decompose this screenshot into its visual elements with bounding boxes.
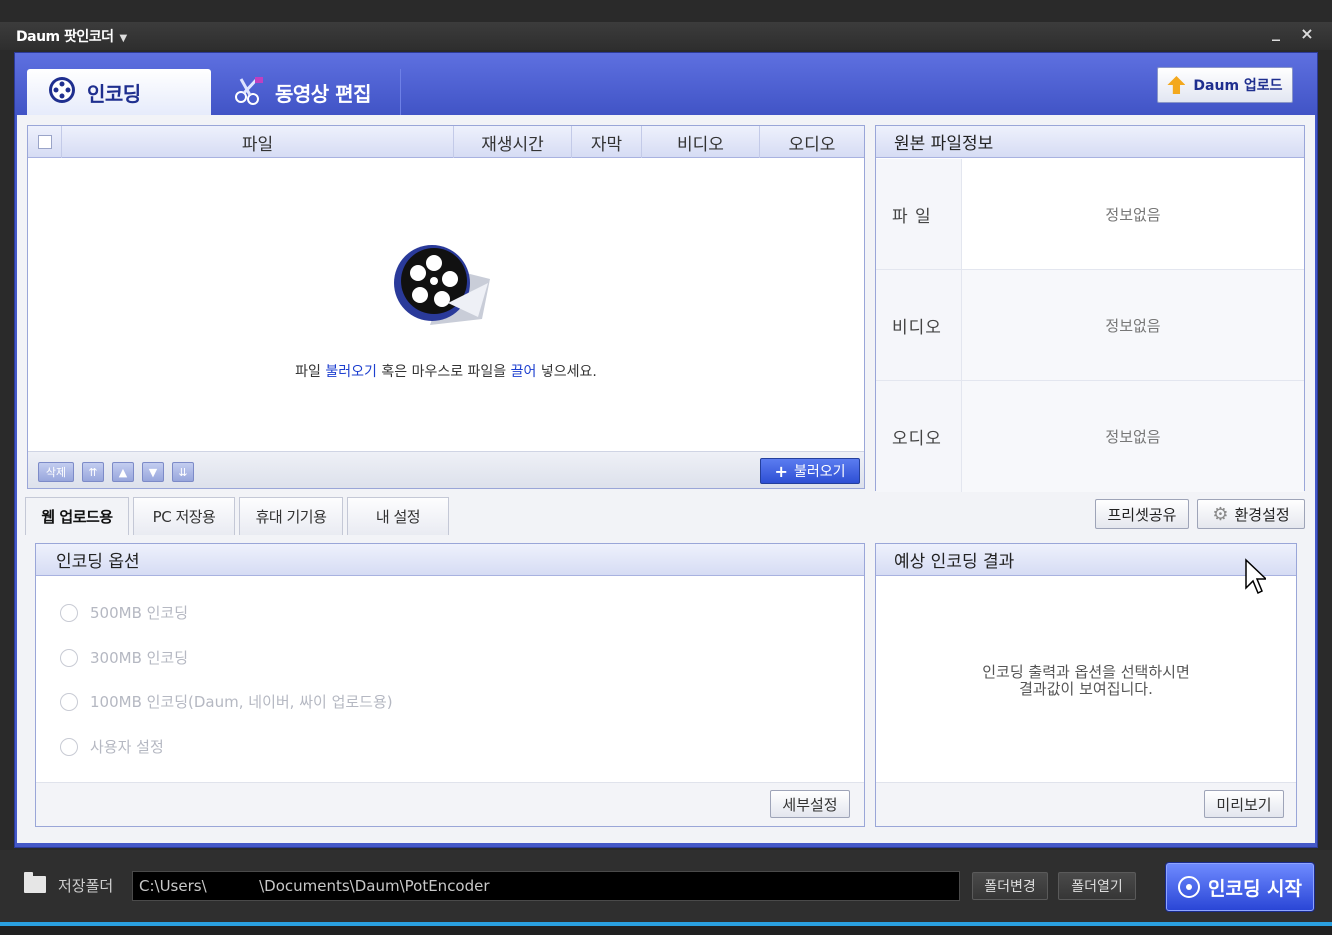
bottom-edge [0,926,1332,935]
column-file[interactable]: 파일 [62,126,454,158]
app-title-menu[interactable]: Daum 팟인코더 ▼ [16,26,127,46]
open-folder-button[interactable]: 폴더열기 [1058,872,1136,900]
change-folder-button[interactable]: 폴더변경 [972,872,1048,900]
move-down-button[interactable]: ▼ [142,462,164,482]
file-list-footer: 삭제 ⇈ ▲ ▼ ⇊ + 불러오기 [28,451,864,488]
column-audio[interactable]: 오디오 [760,126,864,158]
result-message-line: 결과값이 보여집니다. [1019,680,1153,698]
drag-link[interactable]: 끌어 [511,364,537,380]
option-300mb[interactable]: 300MB 인코딩 [60,647,188,668]
main-frame: 인코딩 동영상 편집 Daum 업로드 파일 재생시간 자막 비디오 오디오 파… [14,52,1318,848]
result-message: 인코딩 출력과 옵션을 선택하시면 결과값이 보여집니다. [876,664,1296,698]
load-link[interactable]: 불러오기 [325,364,377,380]
chevron-down-icon: ▼ [119,33,128,44]
radio-button[interactable] [60,692,78,711]
options-footer: 세부설정 [36,782,864,826]
select-all-checkbox[interactable] [37,135,52,149]
info-label: 비디오 [876,270,962,380]
mouse-cursor-icon [1245,558,1266,595]
info-label: 오디오 [876,381,962,492]
load-button-label: 불러오기 [793,464,846,480]
tab-encoding-label: 인코딩 [87,81,141,106]
gear-icon: ⚙ [1212,503,1229,525]
start-encoding-label: 인코딩 시작 [1207,877,1302,900]
info-value: 정보없음 [1105,205,1161,224]
source-info-panel: 원본 파일정보 파 일 정보없음 비디오 정보없음 오디오 정보없음 [875,125,1305,492]
column-video[interactable]: 비디오 [642,126,760,158]
option-500mb[interactable]: 500MB 인코딩 [60,602,188,623]
file-list-header: 파일 재생시간 자막 비디오 오디오 [28,126,864,158]
move-bottom-button[interactable]: ⇊ [172,462,194,482]
option-custom[interactable]: 사용자 설정 [60,736,164,757]
option-label: 100MB 인코딩(Daum, 네이버, 싸이 업로드용) [90,693,393,711]
expected-result-title: 예상 인코딩 결과 [876,544,1296,576]
move-up-button[interactable]: ▲ [112,462,134,482]
save-path-field[interactable]: C:\Users\ \Documents\Daum\PotEncoder [132,871,960,901]
tab-web-upload[interactable]: 웹 업로드용 [25,497,129,535]
tab-pc-save[interactable]: PC 저장용 [133,497,235,535]
encoding-options-panel: 인코딩 옵션 500MB 인코딩 300MB 인코딩 100MB 인코딩(Dau… [35,543,865,827]
film-reel-icon [47,75,77,110]
tab-video-edit-label: 동영상 편집 [275,81,371,106]
detail-settings-button[interactable]: 세부설정 [770,790,850,818]
info-label: 파 일 [876,159,962,269]
bottom-bar: 저장폴더 C:\Users\ \Documents\Daum\PotEncode… [0,850,1332,922]
save-folder-label: 저장폴더 [58,877,114,895]
column-subtitle[interactable]: 자막 [572,126,642,158]
tab-mobile[interactable]: 휴대 기기용 [239,497,343,535]
daum-upload-button[interactable]: Daum 업로드 [1157,67,1293,103]
option-label: 사용자 설정 [90,738,164,756]
move-top-button[interactable]: ⇈ [82,462,104,482]
delete-button[interactable]: 삭제 [38,462,74,482]
minimize-button[interactable]: _ [1266,22,1286,41]
expected-result-panel: 예상 인코딩 결과 인코딩 출력과 옵션을 선택하시면 결과값이 보여집니다. … [875,543,1297,827]
radio-button[interactable] [60,737,78,756]
close-button[interactable]: × [1297,24,1317,43]
up-arrow-icon [1167,76,1186,94]
settings-button[interactable]: ⚙ 환경설정 [1197,499,1305,529]
tab-video-edit[interactable]: 동영상 편집 [213,69,401,115]
result-footer: 미리보기 [876,782,1296,826]
plus-icon: + [774,461,788,481]
settings-label: 환경설정 [1234,505,1290,524]
select-all-cell [28,126,62,158]
info-row-video: 비디오 정보없음 [876,270,1304,381]
daum-upload-label: Daum 업로드 [1193,78,1283,94]
result-message-line: 인코딩 출력과 옵션을 선택하시면 [982,663,1190,681]
top-strip [0,0,1332,22]
option-label: 500MB 인코딩 [90,604,189,622]
source-info-title: 원본 파일정보 [876,126,1304,158]
hint-text: 혹은 마우스로 파일을 [376,364,511,380]
film-reel-icon [1177,876,1200,898]
option-label: 300MB 인코딩 [90,649,189,667]
scissors-icon [233,75,265,110]
info-row-file: 파 일 정보없음 [876,159,1304,270]
title-bar: Daum 팟인코더 ▼ _ × [0,22,1332,50]
file-drop-area[interactable]: 파일 불러오기 혹은 마우스로 파일을 끌어 넣으세요. [28,159,864,451]
main-tab-bar: 인코딩 동영상 편집 Daum 업로드 [15,53,1317,115]
hint-text: 넣으세요. [536,364,597,380]
info-row-audio: 오디오 정보없음 [876,381,1304,492]
start-encoding-button[interactable]: 인코딩 시작 [1166,863,1314,911]
info-value: 정보없음 [1105,316,1161,335]
radio-button[interactable] [60,603,78,622]
app-title-text: Daum 팟인코더 [16,29,114,45]
column-duration[interactable]: 재생시간 [454,126,572,158]
hint-text: 파일 [295,364,326,380]
encoding-options-title: 인코딩 옵션 [36,544,864,576]
radio-button[interactable] [60,648,78,667]
drop-hint: 파일 불러오기 혹은 마우스로 파일을 끌어 넣으세요. [28,361,864,381]
content-area: 파일 재생시간 자막 비디오 오디오 파일 불러오기 혹은 마우스로 파일을 끌… [17,115,1315,843]
preview-button[interactable]: 미리보기 [1204,790,1284,818]
preset-share-button[interactable]: 프리셋공유 [1095,499,1189,529]
option-100mb[interactable]: 100MB 인코딩(Daum, 네이버, 싸이 업로드용) [60,691,393,712]
tab-encoding[interactable]: 인코딩 [27,69,211,115]
tab-my-settings[interactable]: 내 설정 [347,497,449,535]
folder-icon [24,872,46,893]
file-list-panel[interactable]: 파일 재생시간 자막 비디오 오디오 파일 불러오기 혹은 마우스로 파일을 끌… [27,125,865,489]
film-reel-icon [394,245,490,325]
load-button[interactable]: + 불러오기 [760,458,860,484]
info-value: 정보없음 [1105,428,1161,446]
